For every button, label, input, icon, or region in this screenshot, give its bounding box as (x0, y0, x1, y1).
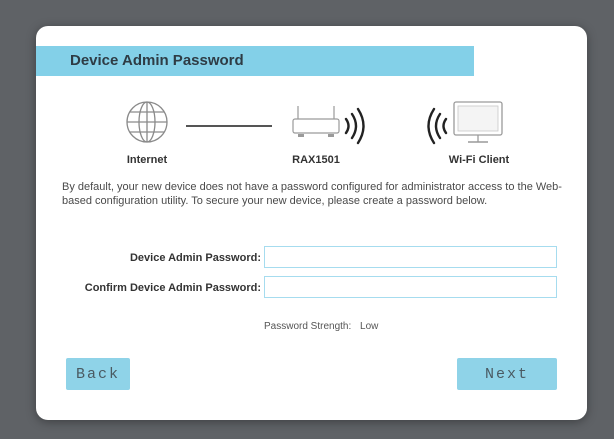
password-strength: Password Strength: Low (264, 321, 378, 332)
admin-password-label: Device Admin Password: (129, 252, 261, 264)
wifi-signal-icon (427, 107, 448, 145)
next-button[interactable]: Next (457, 358, 557, 390)
internet-label: Internet (126, 154, 168, 166)
wifi-signal-icon (344, 107, 365, 145)
router-icon (292, 106, 340, 137)
client-label: Wi-Fi Client (448, 154, 510, 166)
setup-dialog: Device Admin Password Internet RAX1501 W… (36, 26, 587, 420)
description-text: By default, your new device does not hav… (62, 181, 562, 207)
router-label: RAX1501 (292, 154, 340, 166)
back-button[interactable]: Back (66, 358, 130, 390)
password-strength-value: Low (360, 321, 379, 332)
globe-icon (126, 101, 168, 143)
admin-password-input[interactable] (264, 246, 557, 268)
confirm-password-input[interactable] (264, 276, 557, 298)
confirm-password-label: Confirm Device Admin Password: (84, 282, 261, 294)
monitor-icon (453, 101, 503, 143)
password-strength-label: Password Strength: (264, 321, 352, 332)
connection-diagram: Internet RAX1501 Wi-Fi Client (36, 26, 587, 176)
